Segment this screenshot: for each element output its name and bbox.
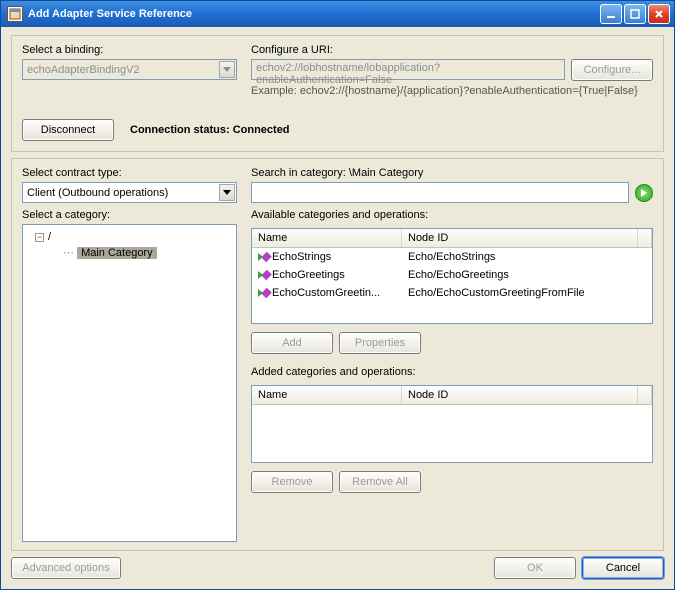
contract-combo[interactable]: Client (Outbound operations): [22, 182, 237, 203]
col-name[interactable]: Name: [252, 229, 402, 247]
item-name: EchoStrings: [272, 250, 408, 264]
disconnect-button[interactable]: Disconnect: [22, 119, 114, 141]
dialog-window: Add Adapter Service Reference Select a b…: [0, 0, 675, 590]
search-input[interactable]: [251, 182, 629, 203]
operations-group: Select contract type: Client (Outbound o…: [11, 158, 664, 551]
available-header: Name Node ID: [252, 229, 652, 248]
list-item[interactable]: EchoGreetings Echo/EchoGreetings: [252, 266, 652, 284]
binding-combo[interactable]: echoAdapterBindingV2: [22, 59, 237, 80]
col-nodeid[interactable]: Node ID: [402, 386, 638, 404]
add-button[interactable]: Add: [251, 332, 333, 354]
ok-button[interactable]: OK: [494, 557, 576, 579]
tree-item-main[interactable]: ⋯ Main Category: [63, 246, 230, 259]
chevron-down-icon: [219, 61, 235, 78]
app-icon: [7, 6, 23, 22]
uri-input[interactable]: echov2://lobhostname/lobapplication?enab…: [251, 59, 565, 80]
added-label: Added categories and operations:: [251, 366, 653, 378]
category-tree[interactable]: − / ⋯ Main Category: [22, 224, 237, 542]
available-list[interactable]: Name Node ID EchoStrings Echo/EchoString…: [251, 228, 653, 324]
maximize-button[interactable]: [624, 4, 646, 24]
connection-status-value: Connected: [233, 124, 290, 136]
tree-root[interactable]: − /: [35, 231, 230, 243]
connection-status-label: Connection status:: [130, 124, 230, 136]
close-button[interactable]: [648, 4, 670, 24]
col-nodeid[interactable]: Node ID: [402, 229, 638, 247]
available-label: Available categories and operations:: [251, 209, 653, 221]
search-label: Search in category: \Main Category: [251, 167, 653, 179]
remove-button[interactable]: Remove: [251, 471, 333, 493]
properties-button[interactable]: Properties: [339, 332, 421, 354]
category-label: Select a category:: [22, 209, 237, 221]
uri-example: Example: echov2://{hostname}/{applicatio…: [251, 85, 653, 97]
available-body: EchoStrings Echo/EchoStrings EchoGreetin…: [252, 248, 652, 302]
tree-selected-label: Main Category: [77, 247, 157, 259]
cancel-button[interactable]: Cancel: [582, 557, 664, 579]
removeall-button[interactable]: Remove All: [339, 471, 421, 493]
binding-label: Select a binding:: [22, 44, 237, 56]
contract-label: Select contract type:: [22, 167, 237, 179]
advanced-options-button[interactable]: Advanced options: [11, 557, 121, 579]
minimize-button[interactable]: [600, 4, 622, 24]
item-nodeid: Echo/EchoStrings: [408, 250, 495, 264]
connection-status: Connection status: Connected: [130, 124, 290, 136]
list-item[interactable]: EchoCustomGreetin... Echo/EchoCustomGree…: [252, 284, 652, 302]
operation-icon: [258, 271, 272, 279]
tree-root-label: /: [48, 231, 51, 243]
list-item[interactable]: EchoStrings Echo/EchoStrings: [252, 248, 652, 266]
chevron-down-icon: [219, 184, 235, 201]
operation-icon: [258, 253, 272, 261]
uri-value: echov2://lobhostname/lobapplication?enab…: [256, 62, 440, 86]
tree-collapse-icon[interactable]: −: [35, 233, 44, 242]
window-title: Add Adapter Service Reference: [28, 8, 192, 20]
added-list[interactable]: Name Node ID: [251, 385, 653, 463]
dialog-footer: Advanced options OK Cancel: [1, 555, 674, 589]
configure-button[interactable]: Configure...: [571, 59, 653, 81]
col-name[interactable]: Name: [252, 386, 402, 404]
search-go-icon[interactable]: [635, 184, 653, 202]
item-nodeid: Echo/EchoGreetings: [408, 268, 509, 282]
item-name: EchoCustomGreetin...: [272, 286, 408, 300]
contract-value: Client (Outbound operations): [27, 187, 168, 199]
uri-label: Configure a URI:: [251, 44, 653, 56]
operation-icon: [258, 289, 272, 297]
connection-group: Select a binding: echoAdapterBindingV2 C…: [11, 35, 664, 152]
item-name: EchoGreetings: [272, 268, 408, 282]
tree-line-icon: ⋯: [63, 247, 74, 259]
added-header: Name Node ID: [252, 386, 652, 405]
binding-value: echoAdapterBindingV2: [27, 64, 140, 76]
item-nodeid: Echo/EchoCustomGreetingFromFile: [408, 286, 585, 300]
titlebar[interactable]: Add Adapter Service Reference: [1, 1, 674, 27]
